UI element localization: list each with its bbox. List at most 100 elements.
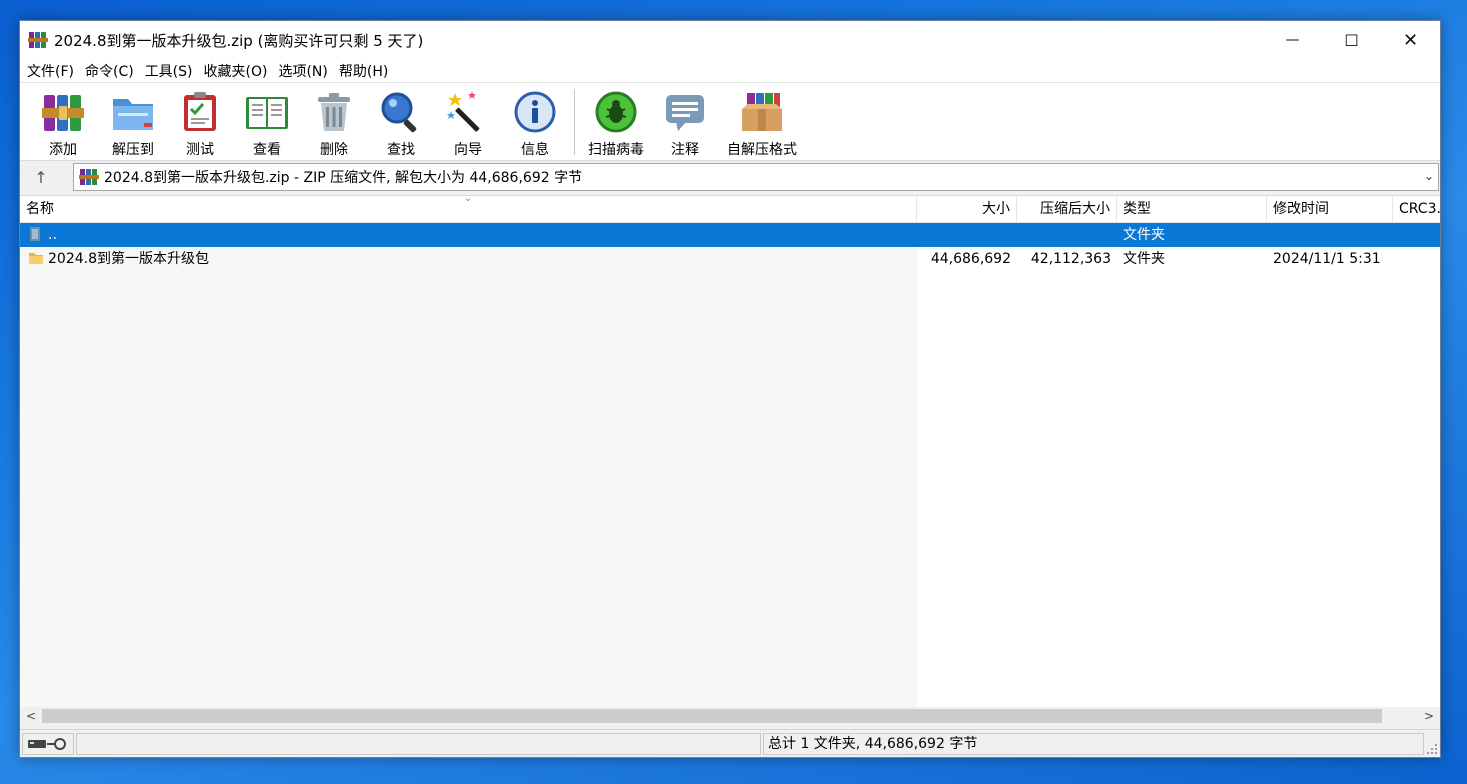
test-button[interactable]: 测试 bbox=[166, 83, 234, 159]
toolbar: 添加 解压到 测试 查看 删除 查找 向导 信息 扫描病毒 注释 自解压格式 bbox=[20, 83, 1440, 161]
row-packed bbox=[1017, 223, 1117, 247]
maximize-icon: ☐ bbox=[1344, 30, 1359, 50]
table-row[interactable]: 2024.8到第一版本升级包 44,686,692 42,112,363 文件夹… bbox=[20, 247, 1440, 271]
scroll-track[interactable] bbox=[42, 707, 1418, 725]
chevron-left-icon: < bbox=[25, 709, 37, 723]
table-row[interactable]: .. 文件夹 bbox=[20, 223, 1440, 247]
info-icon bbox=[514, 91, 556, 133]
row-modified bbox=[1267, 223, 1393, 247]
title-bar: 2024.8到第一版本升级包.zip (离购买许可只剩 5 天了) — ☐ ✕ bbox=[20, 21, 1440, 59]
minimize-icon: — bbox=[1285, 32, 1300, 48]
menu-file[interactable]: 文件(F) bbox=[23, 61, 81, 81]
column-header-crc[interactable]: CRC3... bbox=[1393, 196, 1440, 223]
toolbar-separator bbox=[574, 89, 575, 155]
drive-key-icon bbox=[28, 737, 66, 750]
name-column-background bbox=[20, 223, 917, 707]
view-label: 查看 bbox=[253, 142, 281, 158]
row-name: .. bbox=[48, 227, 57, 243]
row-modified: 2024/11/1 5:31 bbox=[1273, 251, 1381, 267]
virus-scan-label: 扫描病毒 bbox=[588, 142, 644, 158]
comment-label: 注释 bbox=[671, 142, 699, 158]
test-clipboard-icon bbox=[184, 92, 216, 131]
row-size: 44,686,692 bbox=[930, 251, 1011, 267]
winrar-app-icon bbox=[28, 32, 48, 48]
menu-tools[interactable]: 工具(S) bbox=[141, 61, 200, 81]
menu-help[interactable]: 帮助(H) bbox=[335, 61, 395, 81]
delete-label: 删除 bbox=[320, 142, 348, 158]
column-header-modified[interactable]: 修改时间 bbox=[1267, 196, 1393, 223]
test-label: 测试 bbox=[186, 142, 214, 158]
row-packed: 42,112,363 bbox=[1030, 251, 1111, 267]
find-button[interactable]: 查找 bbox=[368, 83, 434, 159]
sort-indicator-icon: ⌄ bbox=[464, 193, 473, 204]
menu-favorites[interactable]: 收藏夹(O) bbox=[200, 61, 275, 81]
folder-icon bbox=[29, 253, 43, 264]
winrar-window: 2024.8到第一版本升级包.zip (离购买许可只剩 5 天了) — ☐ ✕ … bbox=[19, 20, 1441, 758]
scroll-thumb[interactable] bbox=[42, 709, 1382, 723]
add-label: 添加 bbox=[49, 142, 77, 158]
close-button[interactable]: ✕ bbox=[1381, 21, 1440, 59]
extract-folder-icon bbox=[113, 99, 153, 130]
menu-options[interactable]: 选项(N) bbox=[274, 61, 334, 81]
row-crc bbox=[1393, 247, 1440, 271]
up-arrow-icon: ↑ bbox=[34, 167, 48, 187]
status-summary: 总计 1 文件夹, 44,686,692 字节 bbox=[763, 732, 1424, 755]
find-magnifier-icon bbox=[381, 92, 417, 133]
row-type: 文件夹 bbox=[1123, 251, 1165, 267]
row-name-cell: .. bbox=[20, 223, 917, 247]
column-header-packed[interactable]: 压缩后大小 bbox=[1017, 196, 1117, 223]
view-button[interactable]: 查看 bbox=[234, 83, 300, 159]
virus-scan-icon bbox=[595, 91, 637, 133]
scroll-left-button[interactable]: < bbox=[20, 707, 42, 725]
row-size bbox=[917, 223, 1017, 247]
add-button[interactable]: 添加 bbox=[26, 83, 100, 159]
resize-grip-icon[interactable] bbox=[1426, 743, 1438, 755]
row-name-cell: 2024.8到第一版本升级包 bbox=[20, 247, 917, 271]
wizard-button[interactable]: 向导 bbox=[434, 83, 502, 159]
address-field[interactable]: 2024.8到第一版本升级包.zip - ZIP 压缩文件, 解包大小为 44,… bbox=[73, 163, 1439, 191]
minimize-button[interactable]: — bbox=[1263, 21, 1322, 59]
sfx-label: 自解压格式 bbox=[727, 142, 797, 158]
zip-archive-icon bbox=[79, 169, 99, 185]
delete-trash-icon bbox=[318, 93, 350, 131]
extract-to-button[interactable]: 解压到 bbox=[100, 83, 166, 159]
window-title: 2024.8到第一版本升级包.zip (离购买许可只剩 5 天了) bbox=[54, 31, 424, 50]
column-header-type[interactable]: 类型 bbox=[1117, 196, 1267, 223]
wizard-label: 向导 bbox=[454, 142, 482, 158]
chevron-right-icon: > bbox=[1423, 709, 1435, 723]
comment-icon bbox=[666, 95, 704, 131]
address-text: 2024.8到第一版本升级包.zip - ZIP 压缩文件, 解包大小为 44,… bbox=[104, 170, 583, 186]
close-icon: ✕ bbox=[1402, 29, 1419, 51]
address-bar: ↑ 2024.8到第一版本升级包.zip - ZIP 压缩文件, 解包大小为 4… bbox=[20, 161, 1440, 193]
view-book-icon bbox=[246, 97, 288, 129]
wizard-wand-icon bbox=[447, 91, 480, 132]
comment-button[interactable]: 注释 bbox=[651, 83, 719, 159]
row-crc bbox=[1393, 223, 1440, 247]
scroll-right-button[interactable]: > bbox=[1418, 707, 1440, 725]
horizontal-scrollbar[interactable]: < > bbox=[20, 707, 1440, 725]
menu-bar: 文件(F) 命令(C) 工具(S) 收藏夹(O) 选项(N) 帮助(H) bbox=[20, 59, 1440, 83]
virus-scan-button[interactable]: 扫描病毒 bbox=[581, 83, 651, 159]
info-label: 信息 bbox=[521, 142, 549, 158]
parent-folder-icon bbox=[30, 227, 40, 241]
add-archive-icon bbox=[42, 95, 84, 131]
delete-button[interactable]: 删除 bbox=[300, 83, 368, 159]
find-label: 查找 bbox=[387, 142, 415, 158]
column-header-size[interactable]: 大小 bbox=[917, 196, 1017, 223]
row-type: 文件夹 bbox=[1123, 227, 1165, 243]
file-list: ⌄ 名称 大小 压缩后大小 类型 修改时间 CRC3... .. 文件夹 bbox=[20, 193, 1440, 707]
up-folder-button[interactable]: ↑ bbox=[24, 163, 58, 191]
chevron-down-icon[interactable]: ⌄ bbox=[1424, 169, 1434, 183]
sfx-button[interactable]: 自解压格式 bbox=[719, 83, 805, 159]
menu-commands[interactable]: 命令(C) bbox=[81, 61, 141, 81]
maximize-button[interactable]: ☐ bbox=[1322, 21, 1381, 59]
sfx-box-icon bbox=[742, 93, 782, 131]
window-controls: — ☐ ✕ bbox=[1263, 21, 1440, 59]
info-button[interactable]: 信息 bbox=[502, 83, 568, 159]
status-bar: 总计 1 文件夹, 44,686,692 字节 bbox=[20, 729, 1440, 757]
list-header: ⌄ 名称 大小 压缩后大小 类型 修改时间 CRC3... bbox=[20, 193, 1440, 223]
status-selection-panel bbox=[76, 732, 761, 755]
extract-to-label: 解压到 bbox=[112, 142, 154, 158]
status-drive-panel[interactable] bbox=[22, 732, 74, 755]
row-name: 2024.8到第一版本升级包 bbox=[48, 251, 209, 267]
